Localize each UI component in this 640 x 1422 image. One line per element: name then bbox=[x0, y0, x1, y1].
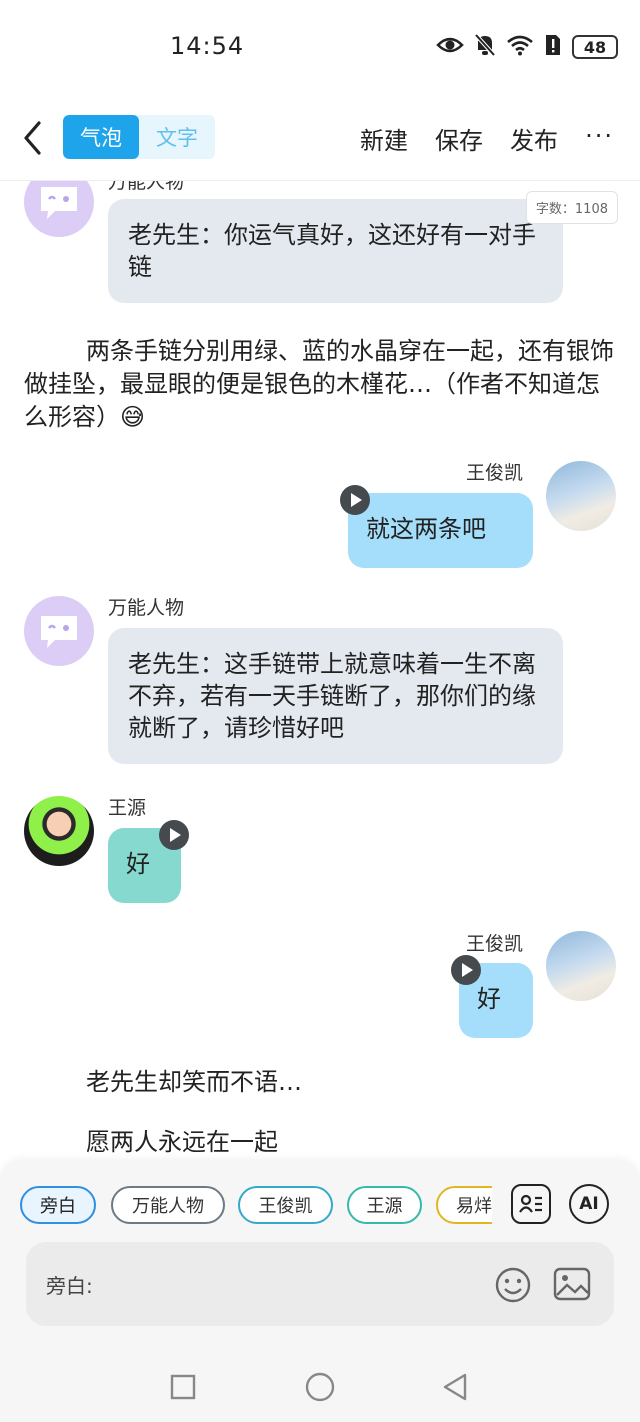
input-role-label: 旁白: bbox=[46, 1274, 93, 1298]
role-chip-universal[interactable]: 万能人物 bbox=[111, 1186, 225, 1224]
save-button[interactable]: 保存 bbox=[435, 121, 483, 156]
role-manage-button[interactable] bbox=[511, 1184, 551, 1224]
back-nav-button[interactable] bbox=[441, 1372, 469, 1406]
chevron-left-icon bbox=[24, 121, 41, 155]
recents-button[interactable] bbox=[170, 1374, 196, 1404]
play-icon[interactable] bbox=[451, 955, 481, 985]
status-icons: 48 bbox=[436, 33, 618, 61]
role-chip-yiyangqianxi[interactable]: 易烊千玺 bbox=[436, 1186, 492, 1224]
smiley-icon bbox=[495, 1267, 531, 1303]
message-input[interactable]: 旁白: bbox=[26, 1242, 614, 1326]
role-chip-wangjunkai[interactable]: 王俊凯 bbox=[238, 1186, 333, 1224]
avatar[interactable] bbox=[546, 931, 616, 1001]
sim-alert-icon bbox=[544, 33, 562, 61]
ai-button[interactable]: AI bbox=[569, 1184, 609, 1224]
role-selector[interactable]: 旁白 万能人物 王俊凯 王源 易烊千玺 bbox=[20, 1186, 492, 1226]
emoji-button[interactable] bbox=[494, 1266, 532, 1308]
narration-text[interactable]: 两条手链分别用绿、蓝的水晶穿在一起，还有银饰做挂坠，最显眼的便是银色的木槿花…（… bbox=[24, 335, 620, 434]
message-bubble[interactable]: 老先生：你运气真好，这还好有一对手链 bbox=[108, 199, 563, 303]
speaker-name: 王俊凯 bbox=[466, 933, 524, 955]
speaker-name: 王俊凯 bbox=[466, 462, 524, 484]
speaker-name: 万能人物 bbox=[108, 597, 185, 619]
square-icon bbox=[170, 1374, 196, 1400]
role-chip-narrator[interactable]: 旁白 bbox=[20, 1186, 96, 1224]
avatar[interactable] bbox=[24, 796, 94, 866]
avatar[interactable] bbox=[546, 461, 616, 531]
message-bubble[interactable]: 老先生：这手链带上就意味着一生不离不弃，若有一天手链断了，那你们的缘就断了，请珍… bbox=[108, 628, 563, 764]
publish-button[interactable]: 发布 bbox=[510, 121, 558, 156]
chat-area[interactable]: 字数：1108 万能人物 老先生：你运气真好，这还好有一对手链 两条手链分别用绿… bbox=[0, 181, 640, 1161]
image-button[interactable] bbox=[553, 1266, 591, 1306]
role-chip-wangyuan[interactable]: 王源 bbox=[347, 1186, 422, 1224]
composer-panel: 旁白 万能人物 王俊凯 王源 易烊千玺 AI 旁白: bbox=[0, 1160, 640, 1352]
message-bubble[interactable]: 就这两条吧 bbox=[348, 493, 533, 568]
mode-toggle: 气泡 文字 bbox=[63, 115, 215, 159]
status-time: 14:54 bbox=[170, 32, 245, 60]
status-bar: 14:54 48 bbox=[0, 0, 640, 95]
home-button[interactable] bbox=[305, 1372, 335, 1406]
image-icon bbox=[553, 1267, 591, 1301]
eye-icon bbox=[436, 35, 464, 59]
back-button[interactable] bbox=[18, 118, 48, 158]
tab-bubble[interactable]: 气泡 bbox=[63, 115, 139, 159]
narration-text[interactable]: 老先生却笑而不语… bbox=[86, 1066, 302, 1099]
editor-toolbar: 气泡 文字 新建 保存 发布 ··· bbox=[0, 108, 640, 170]
wifi-icon bbox=[506, 34, 534, 60]
tab-text[interactable]: 文字 bbox=[139, 115, 215, 159]
avatar[interactable] bbox=[24, 181, 94, 237]
speaker-name: 王源 bbox=[108, 797, 147, 819]
more-button[interactable]: ··· bbox=[585, 122, 614, 150]
mute-bell-icon bbox=[474, 33, 496, 61]
battery-indicator: 48 bbox=[572, 35, 618, 59]
circle-icon bbox=[305, 1372, 335, 1402]
contact-card-icon bbox=[519, 1194, 542, 1213]
play-icon[interactable] bbox=[340, 485, 370, 515]
chat-bubble-face-icon bbox=[41, 187, 77, 219]
word-count-badge: 字数：1108 bbox=[525, 191, 618, 224]
chat-bubble-face-icon bbox=[41, 616, 77, 648]
triangle-back-icon bbox=[443, 1373, 467, 1401]
avatar[interactable] bbox=[24, 596, 94, 666]
new-button[interactable]: 新建 bbox=[360, 121, 408, 156]
speaker-name: 万能人物 bbox=[108, 181, 185, 193]
system-navigation-bar bbox=[0, 1352, 640, 1422]
play-icon[interactable] bbox=[159, 820, 189, 850]
narration-text[interactable]: 愿两人永远在一起 bbox=[86, 1126, 278, 1159]
